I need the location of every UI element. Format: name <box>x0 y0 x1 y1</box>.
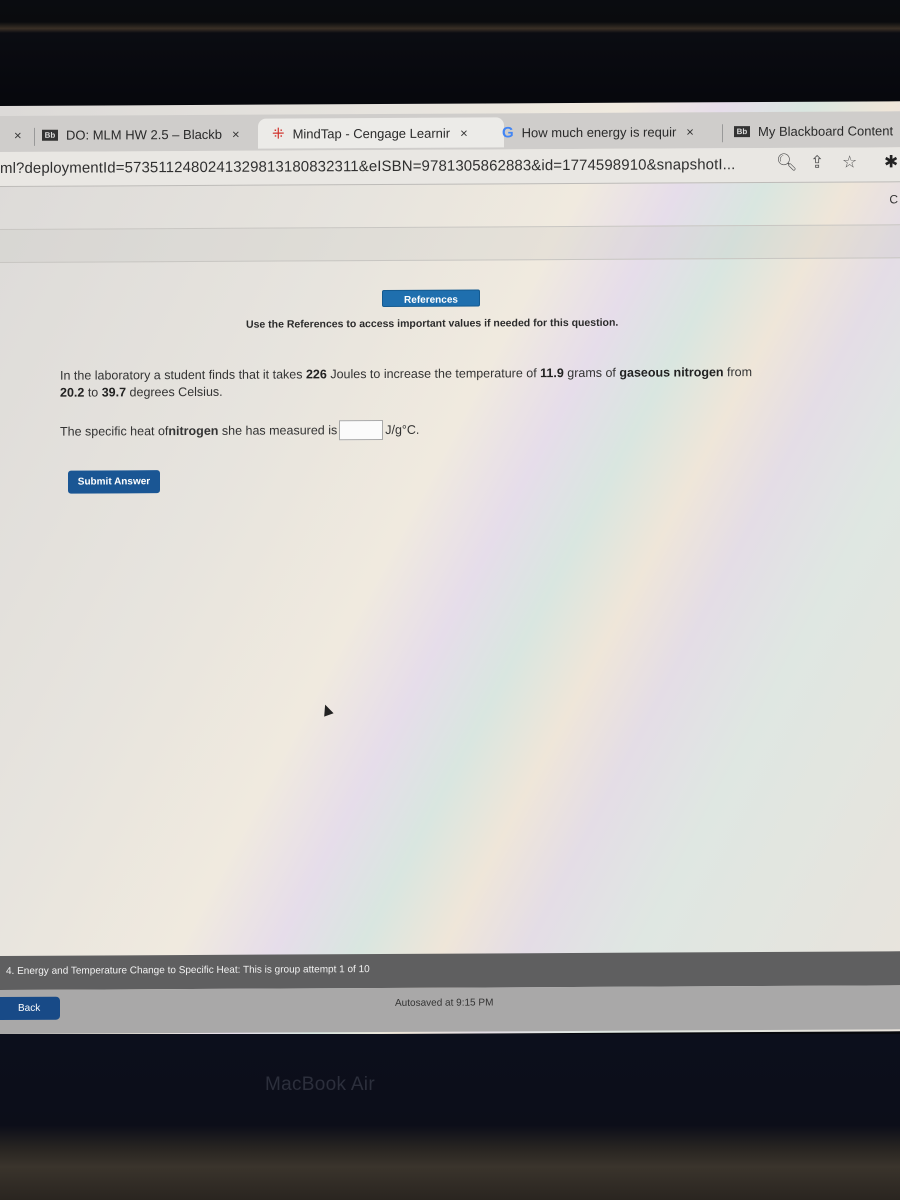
close-icon[interactable]: × <box>232 126 240 141</box>
assignment-footer: Back Autosaved at 9:15 PM <box>0 985 900 1034</box>
tab-blackboard-do[interactable]: Bb DO: MLM HW 2.5 – Blackb × <box>42 119 240 150</box>
tab-bar: × Bb DO: MLM HW 2.5 – Blackb × ⁜ MindTap… <box>0 111 900 152</box>
references-button[interactable]: References <box>382 289 480 307</box>
submit-answer-button[interactable]: Submit Answer <box>68 470 160 494</box>
tab-separator <box>34 127 35 146</box>
mass-value: 11.9 <box>540 366 564 381</box>
references-note: Use the References to access important v… <box>246 316 619 331</box>
laptop-bezel-bottom: MacBook Air <box>0 1034 900 1200</box>
tab-label: DO: MLM HW 2.5 – Blackb <box>66 126 223 143</box>
problem-text: degrees Celsius. <box>126 384 223 400</box>
specific-heat-input[interactable] <box>339 419 384 441</box>
google-icon: G <box>502 123 514 141</box>
question-status-bar: 4. Energy and Temperature Change to Spec… <box>0 951 900 990</box>
problem-text: from <box>723 365 753 380</box>
problem-text: grams of <box>563 365 620 381</box>
tab-mindtap[interactable]: ⁜ MindTap - Cengage Learnir × <box>258 117 504 149</box>
page-subheader <box>0 225 900 263</box>
laptop-bezel-top <box>0 0 900 110</box>
back-button[interactable]: Back <box>0 996 60 1020</box>
answer-prompt: she has measured is <box>218 423 338 438</box>
group-attempt-status: 4. Energy and Temperature Change to Spec… <box>6 964 370 977</box>
tab-google-search[interactable]: G How much energy is requir × <box>502 116 694 147</box>
close-icon[interactable]: × <box>460 125 468 140</box>
blackboard-icon: Bb <box>42 129 58 141</box>
zoom-icon[interactable]: 🔍︎ <box>776 153 798 173</box>
bookmark-star-icon[interactable]: ☆ <box>842 153 857 173</box>
answer-unit: J/g°C. <box>385 422 420 437</box>
tab-label: My Blackboard Content <box>758 122 894 139</box>
start-temperature: 20.2 <box>60 385 85 400</box>
close-icon[interactable]: × <box>686 124 694 139</box>
close-icon[interactable]: × <box>14 127 22 142</box>
blackboard-icon: Bb <box>734 125 750 137</box>
extensions-icon[interactable]: ✱ <box>884 152 898 172</box>
tab-separator <box>722 124 723 143</box>
close-tab-button[interactable]: × <box>4 120 22 150</box>
tab-label: How much energy is requir <box>521 123 677 140</box>
url-text[interactable]: ml?deploymentId=573511248024132981318083… <box>0 156 735 177</box>
mouse-cursor-icon <box>320 702 334 717</box>
share-icon[interactable]: ⇪ <box>810 153 824 173</box>
mindtap-icon: ⁜ <box>272 125 285 143</box>
device-brand-label: MacBook Air <box>265 1074 375 1095</box>
answer-substance: nitrogen <box>168 423 219 439</box>
problem-statement: In the laboratory a student finds that i… <box>60 364 800 402</box>
tab-my-blackboard[interactable]: Bb My Blackboard Content <box>734 115 893 146</box>
page-toolbar: C <box>0 182 900 230</box>
substance-name: gaseous nitrogen <box>619 365 724 380</box>
browser-window: × Bb DO: MLM HW 2.5 – Blackb × ⁜ MindTap… <box>0 101 900 1036</box>
tab-label: MindTap - Cengage Learnir <box>292 125 451 141</box>
answer-row: The specific heat of nitrogen she has me… <box>60 419 420 442</box>
autosave-status: Autosaved at 9:15 PM <box>395 997 494 1009</box>
answer-prompt: The specific heat of <box>60 424 169 439</box>
problem-text: to <box>84 385 102 400</box>
problem-text: In the laboratory a student finds that i… <box>60 367 306 383</box>
energy-value: 226 <box>305 367 327 382</box>
reload-icon[interactable]: C <box>889 192 898 206</box>
problem-text: Joules to increase the temperature of <box>326 366 541 382</box>
end-temperature: 39.7 <box>101 385 127 400</box>
address-bar[interactable]: ml?deploymentId=573511248024132981318083… <box>0 147 900 187</box>
